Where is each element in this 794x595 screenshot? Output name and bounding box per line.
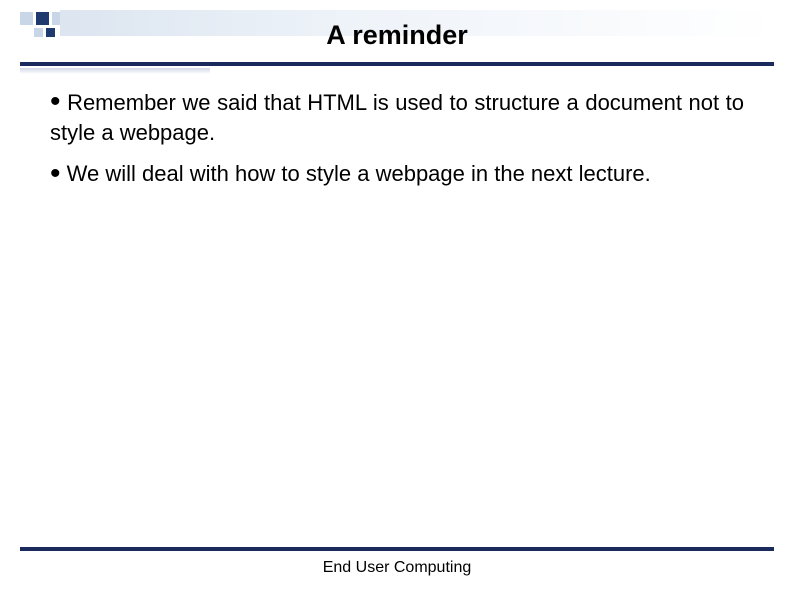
divider-shadow	[20, 68, 210, 74]
bullet-item: • Remember we said that HTML is used to …	[50, 88, 744, 147]
slide-footer: End User Computing	[0, 559, 794, 577]
slide-content: • Remember we said that HTML is used to …	[50, 88, 744, 201]
slide-title: A reminder	[0, 20, 794, 51]
bullet-icon: •	[50, 157, 61, 190]
bullet-text: Remember we said that HTML is used to st…	[50, 90, 744, 145]
bullet-item: • We will deal with how to style a webpa…	[50, 159, 744, 189]
divider-line	[20, 62, 774, 66]
bullet-icon: •	[50, 85, 61, 118]
divider-line	[20, 547, 774, 551]
slide-header: A reminder	[0, 0, 794, 68]
bullet-text: We will deal with how to style a webpage…	[67, 161, 651, 186]
